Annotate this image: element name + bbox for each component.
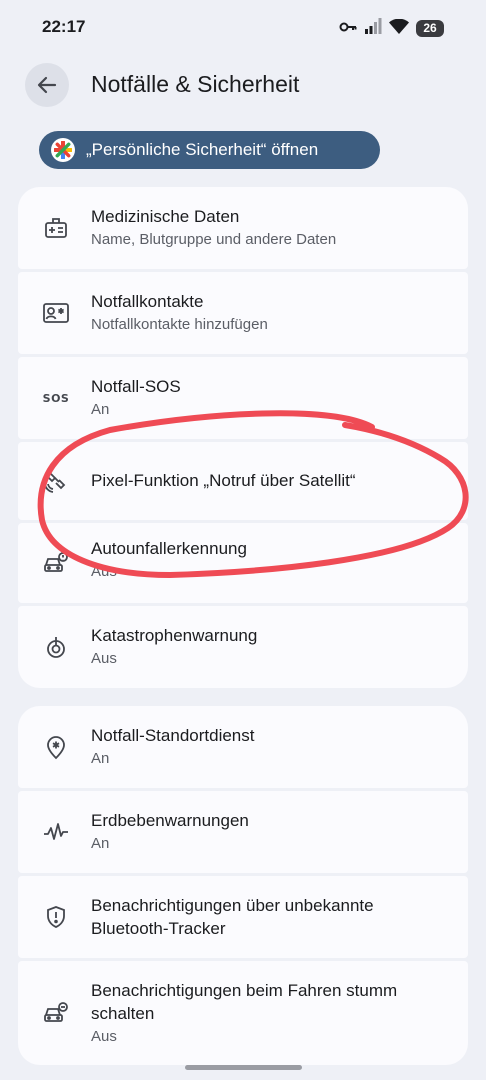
row-title: Autounfallerkennung — [91, 539, 247, 558]
row-title: Notfallkontakte — [91, 292, 204, 311]
open-personal-safety-button[interactable]: „Persönliche Sicherheit“ öffnen — [39, 131, 380, 169]
row-title: Katastrophenwarnung — [91, 626, 258, 645]
row-earthquake-alerts[interactable]: Erdbebenwarnungen An — [18, 791, 468, 873]
row-title: Erdbebenwarnungen — [91, 811, 249, 830]
row-unknown-tracker-alerts[interactable]: Benachrichtigungen über unbekannte Bluet… — [18, 876, 468, 958]
row-title: Notfall-Standortdienst — [91, 726, 255, 745]
car-mute-icon — [43, 1000, 69, 1026]
car-crash-icon — [43, 550, 69, 576]
row-subtitle: An — [91, 750, 110, 767]
page-title: Notfälle & Sicherheit — [91, 71, 300, 97]
row-title: Benachrichtigungen beim Fahren stumm sch… — [91, 981, 398, 1023]
battery-indicator: 26 — [416, 20, 444, 37]
row-emergency-sos[interactable]: SOS Notfall-SOS An — [18, 357, 468, 439]
row-subtitle: An — [91, 835, 110, 852]
row-title: Pixel-Funktion „Notruf über Satellit“ — [91, 471, 356, 490]
back-button[interactable] — [25, 63, 69, 107]
screen: 22:17 26 Notfälle & Sicherheit „Persönli… — [0, 0, 486, 1080]
row-emergency-contacts[interactable]: Notfallkontakte Notfallkontakte hinzufüg… — [18, 272, 468, 354]
row-title: Medizinische Daten — [91, 207, 240, 226]
row-subtitle: An — [91, 401, 110, 418]
status-icons: 26 — [339, 18, 444, 39]
satellite-icon — [43, 468, 69, 494]
row-subtitle: Name, Blutgruppe und andere Daten — [91, 231, 337, 248]
row-title: Benachrichtigungen über unbekannte Bluet… — [91, 896, 374, 938]
row-subtitle: Aus — [91, 650, 117, 667]
earthquake-icon — [43, 819, 69, 845]
row-subtitle: Notfallkontakte hinzufügen — [91, 316, 268, 333]
row-subtitle: Aus — [91, 1028, 117, 1045]
personal-safety-logo-icon — [51, 138, 75, 162]
disaster-alert-icon — [43, 634, 69, 660]
contact-card-icon — [43, 300, 69, 326]
vpn-key-icon — [339, 20, 357, 38]
status-time: 22:17 — [42, 17, 86, 36]
row-driving-silence[interactable]: Benachrichtigungen beim Fahren stumm sch… — [18, 961, 468, 1065]
row-car-crash-detection[interactable]: Autounfallerkennung Aus — [18, 523, 468, 603]
signal-icon — [364, 18, 382, 39]
medical-card-icon — [43, 215, 69, 241]
row-satellite-sos[interactable]: Pixel-Funktion „Notruf über Satellit“ — [18, 442, 468, 520]
sos-icon: SOS — [43, 385, 69, 411]
sos-icon-text: SOS — [42, 391, 70, 405]
wifi-icon — [389, 18, 409, 39]
row-title: Notfall-SOS — [91, 377, 181, 396]
row-subtitle: Aus — [91, 563, 117, 580]
home-gesture-bar[interactable] — [185, 1065, 302, 1070]
arrow-back-icon — [37, 76, 57, 94]
row-crisis-alerts[interactable]: Katastrophenwarnung Aus — [18, 606, 468, 688]
status-bar: 22:17 26 — [0, 0, 486, 54]
location-emergency-icon — [43, 735, 69, 761]
row-emergency-location-service[interactable]: Notfall-Standortdienst An — [18, 706, 468, 788]
shield-alert-icon — [43, 904, 69, 930]
personal-safety-label: „Persönliche Sicherheit“ öffnen — [86, 140, 319, 159]
row-medical-data[interactable]: Medizinische Daten Name, Blutgruppe und … — [18, 187, 468, 269]
